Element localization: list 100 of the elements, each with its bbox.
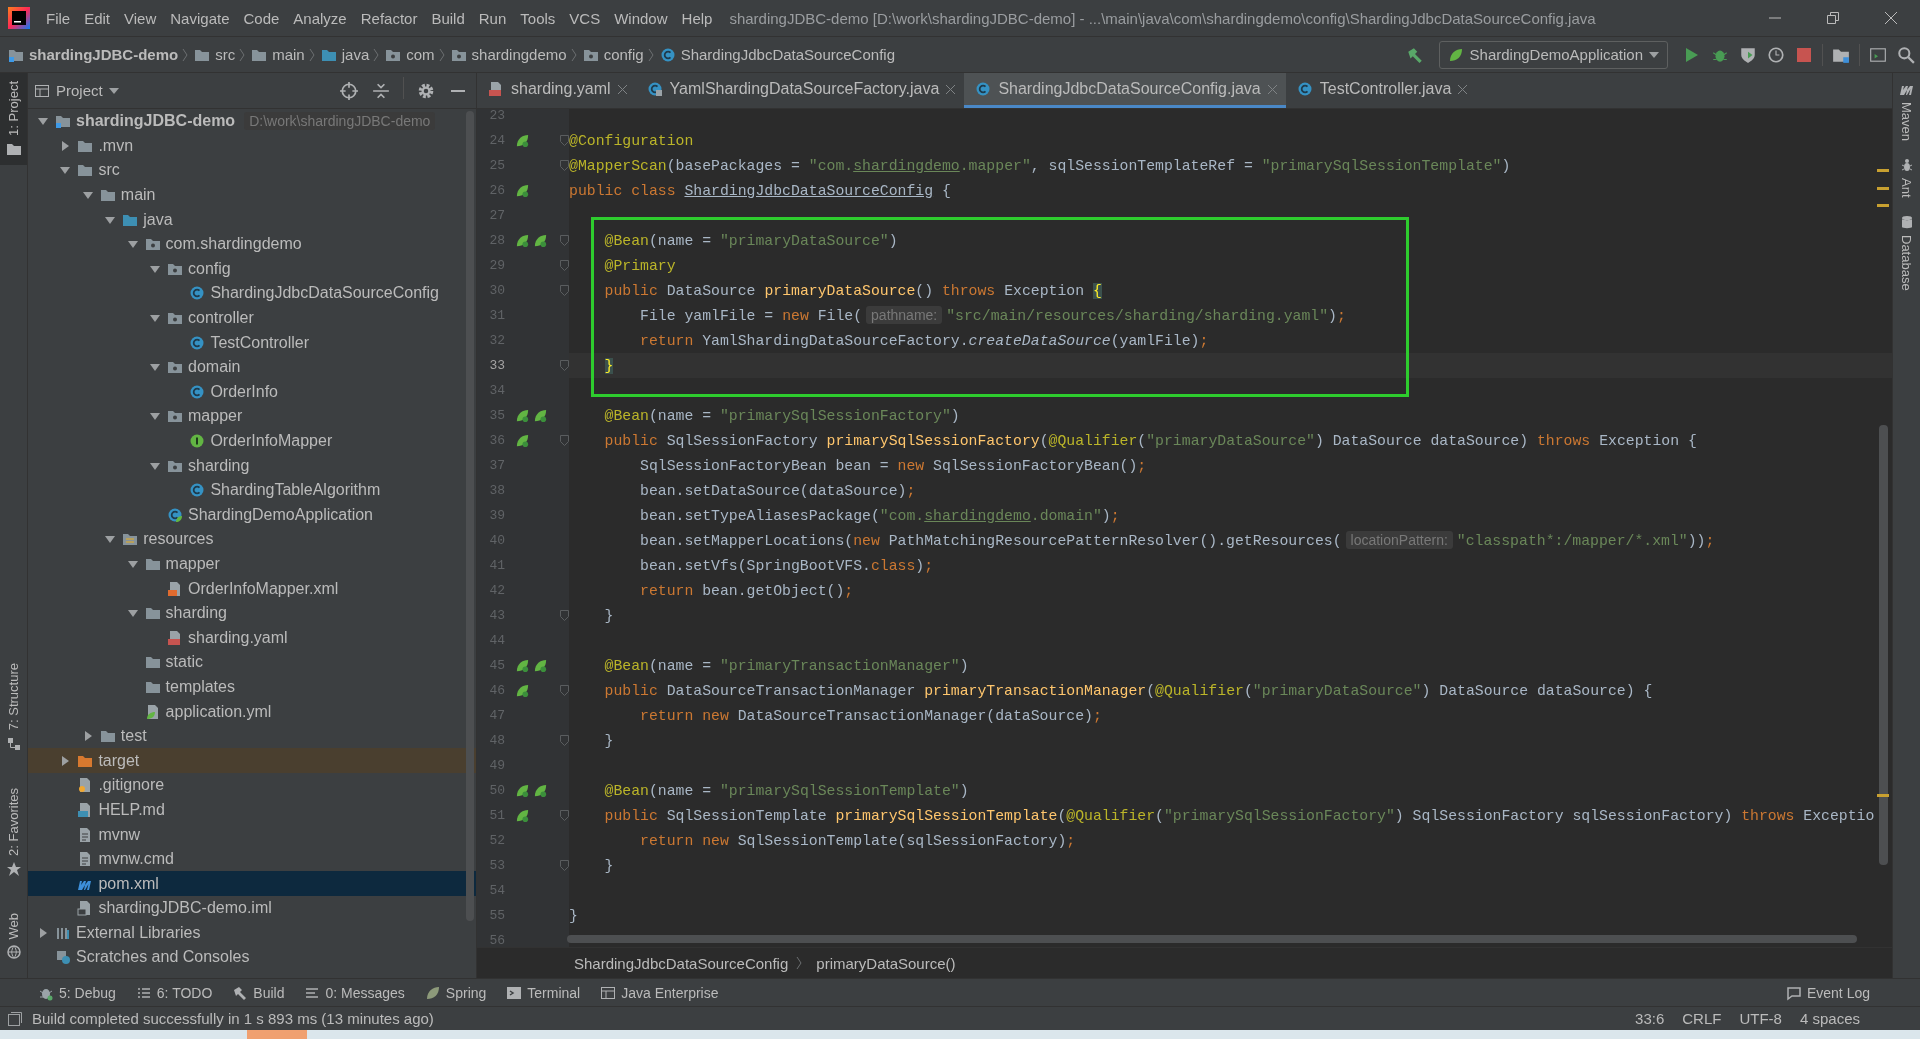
close-icon[interactable]: [617, 84, 627, 94]
tool-window-button[interactable]: 6: TODO: [135, 984, 213, 1001]
breadcrumb[interactable]: src: [194, 46, 240, 63]
menu-item[interactable]: View: [117, 9, 164, 27]
fold-marker-icon[interactable]: [560, 860, 569, 871]
tool-strip-button[interactable]: 7: Structure: [0, 655, 27, 760]
bean-icon[interactable]: [515, 683, 530, 698]
tree-item[interactable]: .gitignore: [28, 773, 476, 798]
tree-item[interactable]: resources: [28, 527, 476, 552]
editor-tab[interactable]: sharding.yaml: [477, 73, 636, 108]
tree-item[interactable]: .mvn: [28, 133, 476, 159]
tree-item[interactable]: OrderInfoMapper.xml: [28, 576, 476, 601]
tree-item[interactable]: pom.xml: [28, 871, 476, 896]
tree-item[interactable]: templates: [28, 674, 476, 700]
breadcrumb[interactable]: shardingdemo: [450, 46, 571, 63]
menu-item[interactable]: Build: [424, 9, 472, 27]
breadcrumb[interactable]: primaryDataSource(): [816, 954, 956, 972]
breadcrumb[interactable]: ShardingJdbcDataSourceConfig: [659, 46, 899, 63]
tree-item[interactable]: Scratches and Consoles: [28, 945, 476, 970]
fold-marker-icon[interactable]: [560, 160, 569, 171]
tool-strip-button[interactable]: Web: [0, 904, 27, 968]
fold-marker-icon[interactable]: [560, 735, 569, 746]
tree-item[interactable]: config: [28, 256, 476, 282]
breadcrumb[interactable]: ShardingJdbcDataSourceConfig: [574, 954, 789, 972]
restore-icon[interactable]: [1827, 12, 1839, 24]
fold-marker-icon[interactable]: [560, 135, 569, 146]
editor-tab[interactable]: TestController.java: [1285, 73, 1477, 108]
tool-window-button[interactable]: 5: Debug: [38, 984, 116, 1001]
panel-toggle-icon[interactable]: [8, 1011, 22, 1026]
breadcrumb[interactable]: main: [251, 46, 309, 63]
tree-item[interactable]: controller: [28, 305, 476, 331]
marker-stripe[interactable]: [1877, 794, 1889, 797]
breadcrumb[interactable]: java: [320, 46, 374, 63]
bean-icon[interactable]: [533, 658, 548, 673]
tree-item[interactable]: main: [28, 182, 476, 208]
bean-icon[interactable]: [515, 808, 530, 823]
tree-item[interactable]: shardingJDBC-demo D:\work\shardingJDBC-demo: [28, 109, 476, 134]
bean-icon[interactable]: [533, 783, 548, 798]
tree-item[interactable]: static: [28, 650, 476, 675]
indent-setting[interactable]: 4 spaces: [1799, 1010, 1860, 1027]
scrollbar[interactable]: [466, 111, 474, 921]
tool-window-button[interactable]: Build: [232, 984, 285, 1001]
fold-marker-icon[interactable]: [560, 610, 569, 621]
tree-item[interactable]: mapper: [28, 551, 476, 577]
breadcrumb[interactable]: config: [582, 46, 648, 63]
marker-stripe[interactable]: [1877, 204, 1889, 207]
bean-icon[interactable]: [515, 233, 530, 248]
menu-item[interactable]: Navigate: [163, 9, 237, 27]
tree-item[interactable]: mvnw: [28, 822, 476, 847]
editor-tab[interactable]: YamlShardingDataSourceFactory.java: [635, 73, 965, 108]
tree-item[interactable]: ShardingTableAlgorithm: [28, 477, 476, 503]
fold-marker-icon[interactable]: [560, 685, 569, 696]
tree-item[interactable]: application.yml: [28, 699, 476, 724]
marker-stripe[interactable]: [1877, 187, 1889, 190]
tool-strip-button[interactable]: Database: [1893, 205, 1920, 299]
tool-strip-button[interactable]: 1: Project: [0, 73, 27, 165]
tool-window-button[interactable]: 0: Messages: [304, 984, 405, 1001]
tree-item[interactable]: target: [28, 748, 476, 774]
menu-item[interactable]: Tools: [513, 9, 563, 27]
tree-item[interactable]: ShardingDemoApplication: [28, 502, 476, 528]
scrollbar[interactable]: [567, 935, 1857, 943]
dropdown-arrow-icon[interactable]: [108, 87, 119, 94]
tree-item[interactable]: mvnw.cmd: [28, 846, 476, 872]
file-encoding[interactable]: UTF-8: [1739, 1010, 1782, 1027]
tree-item[interactable]: OrderInfo: [28, 379, 476, 405]
tree-item[interactable]: shardingJDBC-demo.iml: [28, 896, 476, 921]
bean-icon[interactable]: [515, 433, 530, 448]
fold-marker-icon[interactable]: [560, 810, 569, 821]
tree-item[interactable]: External Libraries: [28, 920, 476, 946]
marker-stripe[interactable]: [1877, 169, 1889, 172]
tree-item[interactable]: src: [28, 158, 476, 183]
menu-item[interactable]: VCS: [562, 9, 608, 27]
close-icon[interactable]: [1885, 12, 1897, 24]
tool-strip-button[interactable]: Ant: [1893, 149, 1920, 206]
menu-item[interactable]: Refactor: [353, 9, 425, 27]
bean-icon[interactable]: [515, 183, 530, 198]
tree-item[interactable]: HELP.md: [28, 797, 476, 823]
bean-icon[interactable]: [533, 233, 548, 248]
panel-title[interactable]: Project: [56, 82, 103, 99]
tool-window-button[interactable]: Terminal: [506, 984, 581, 1001]
menu-item[interactable]: Code: [236, 9, 287, 27]
bean-icon[interactable]: [515, 133, 530, 148]
bean-icon[interactable]: [515, 408, 530, 423]
tree-item[interactable]: com.shardingdemo: [28, 231, 476, 257]
menu-item[interactable]: Window: [607, 9, 675, 27]
tool-strip-button[interactable]: Maven: [1893, 73, 1920, 150]
bean-icon[interactable]: [533, 408, 548, 423]
fold-marker-icon[interactable]: [560, 260, 569, 271]
tree-item[interactable]: ShardingJdbcDataSourceConfig: [28, 281, 476, 306]
tree-item[interactable]: sharding: [28, 453, 476, 478]
caret-position[interactable]: 33:6: [1635, 1010, 1665, 1027]
tool-window-button[interactable]: Java Enterprise: [600, 984, 719, 1001]
close-icon[interactable]: [946, 84, 956, 94]
breadcrumb[interactable]: com: [385, 46, 439, 63]
close-icon[interactable]: [1458, 84, 1468, 94]
fold-marker-icon[interactable]: [560, 235, 569, 246]
tree-item[interactable]: mapper: [28, 404, 476, 429]
tool-strip-button[interactable]: 2: Favorites: [0, 779, 27, 885]
fold-marker-icon[interactable]: [560, 285, 569, 296]
menu-item[interactable]: Analyze: [286, 9, 354, 27]
